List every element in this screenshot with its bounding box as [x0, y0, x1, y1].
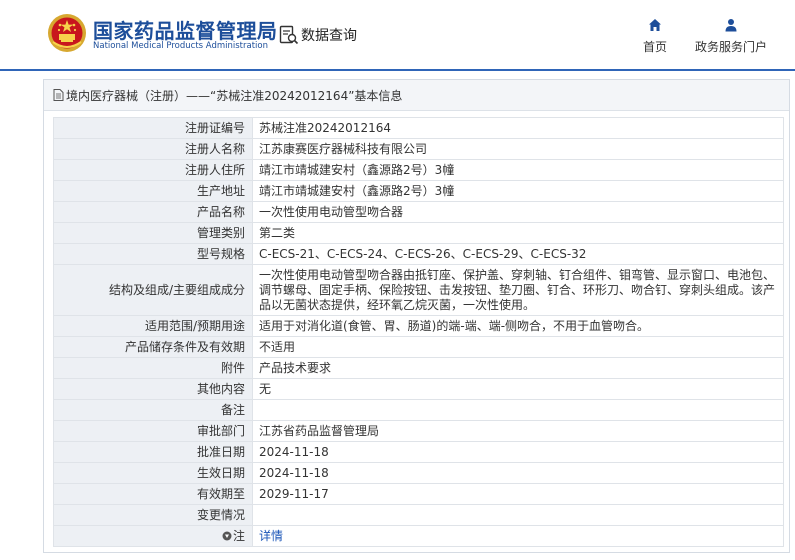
row-value: 一次性使用电动管型吻合器: [252, 201, 784, 223]
row-value: 适用于对消化道(食管、胃、肠道)的端-端、端-侧吻合，不用于血管吻合。: [252, 315, 784, 337]
row-label: 结构及组成/主要组成成分: [53, 264, 253, 316]
row-value: 无: [252, 378, 784, 400]
table-row: 变更情况: [53, 504, 784, 526]
table-row: 结构及组成/主要组成成分 一次性使用电动管型吻合器由抵钉座、保护盖、穿刺轴、钉合组…: [53, 264, 784, 316]
nav-home-label: 首页: [642, 40, 667, 54]
row-value: 2024-11-18: [252, 441, 784, 463]
row-label: 有效期至: [53, 483, 253, 505]
data-query-label: 数据查询: [301, 28, 357, 44]
user-icon: [725, 19, 737, 32]
table-row-note: 注 详情: [53, 525, 784, 547]
table-row: 注册人住所 靖江市靖城建安村（鑫源路2号）3幢: [53, 159, 784, 181]
registration-info-table: 注册证编号 苏械注准20242012164 注册人名称 江苏康赛医疗器械科技有限公司…: [53, 117, 784, 547]
home-icon: [649, 19, 661, 31]
header-divider: [0, 69, 795, 71]
row-label: 适用范围/预期用途: [53, 315, 253, 337]
row-value: C-ECS-21、C-ECS-24、C-ECS-26、C-ECS-29、C-EC…: [252, 243, 784, 265]
row-label: 审批部门: [53, 420, 253, 442]
row-label: 变更情况: [53, 504, 253, 526]
data-query-icon: [279, 25, 299, 45]
table-row: 产品储存条件及有效期 不适用: [53, 336, 784, 358]
note-label: 注: [232, 528, 245, 543]
table-row: 适用范围/预期用途 适用于对消化道(食管、胃、肠道)的端-端、端-侧吻合，不用于血…: [53, 315, 784, 337]
site-header: 国家药品监督管理局 National Medical Products Admi…: [0, 0, 795, 70]
info-panel: 境内医疗器械（注册）——“苏械注准20242012164”基本信息 注册证编号苏…: [43, 79, 790, 553]
table-row: 注册证编号 苏械注准20242012164: [53, 117, 784, 139]
row-value: [252, 504, 784, 526]
nav-gov-service-label: 政务服务门户: [694, 40, 767, 54]
row-value: 第二类: [252, 222, 784, 244]
data-query-link[interactable]: 数据查询: [279, 25, 357, 45]
table-row: 批准日期 2024-11-18: [53, 441, 784, 463]
row-label: 备注: [53, 399, 253, 421]
row-label: 注册人住所: [53, 159, 253, 181]
row-value: 一次性使用电动管型吻合器由抵钉座、保护盖、穿刺轴、钉合组件、钼弯管、显示窗口、电…: [252, 264, 784, 316]
row-value: 2029-11-17: [252, 483, 784, 505]
row-value: 产品技术要求: [252, 357, 784, 379]
table-row: 生效日期 2024-11-18: [53, 462, 784, 484]
table-row: 管理类别 第二类: [53, 222, 784, 244]
row-value: 江苏省药品监督管理局: [252, 420, 784, 442]
row-label: 型号规格: [53, 243, 253, 265]
row-label: 注册人名称: [53, 138, 253, 160]
row-label: 其他内容: [53, 378, 253, 400]
row-label: 产品储存条件及有效期: [53, 336, 253, 358]
row-label: 生产地址: [53, 180, 253, 202]
note-icon: [222, 531, 232, 540]
document-icon: [53, 89, 64, 101]
table-row: 注册人名称 江苏康赛医疗器械科技有限公司: [53, 138, 784, 160]
row-value: 靖江市靖城建安村（鑫源路2号）3幢: [252, 159, 784, 181]
national-emblem-icon: [48, 14, 86, 52]
nav-gov-service[interactable]: 政务服务门户: [694, 18, 768, 55]
table-row: 型号规格 C-ECS-21、C-ECS-24、C-ECS-26、C-ECS-29、…: [53, 243, 784, 265]
row-label: 管理类别: [53, 222, 253, 244]
brand-title-cn: 国家药品监督管理局: [93, 19, 278, 43]
panel-header: 境内医疗器械（注册）——“苏械注准20242012164”基本信息: [44, 80, 789, 111]
panel-title: 境内医疗器械（注册）——“苏械注准20242012164”基本信息: [66, 88, 403, 103]
nav-home[interactable]: 首页: [641, 18, 669, 55]
table-row: 有效期至 2029-11-17: [53, 483, 784, 505]
table-row: 备注: [53, 399, 784, 421]
row-value: 不适用: [252, 336, 784, 358]
table-row: 审批部门 江苏省药品监督管理局: [53, 420, 784, 442]
row-label: 批准日期: [53, 441, 253, 463]
row-label: 注册证编号: [53, 117, 253, 139]
row-value: [252, 399, 784, 421]
row-label-note: 注: [53, 525, 253, 547]
row-value: 2024-11-18: [252, 462, 784, 484]
detail-link[interactable]: 详情: [259, 529, 283, 543]
table-row: 附件 产品技术要求: [53, 357, 784, 379]
row-value: 苏械注准20242012164: [252, 117, 784, 139]
table-row: 其他内容无: [53, 378, 784, 400]
table-row: 产品名称 一次性使用电动管型吻合器: [53, 201, 784, 223]
row-value: 靖江市靖城建安村（鑫源路2号）3幢: [252, 180, 784, 202]
row-value: 江苏康赛医疗器械科技有限公司: [252, 138, 784, 160]
row-label: 产品名称: [53, 201, 253, 223]
row-value-note: 详情: [252, 525, 784, 547]
row-label: 附件: [53, 357, 253, 379]
table-row: 生产地址 靖江市靖城建安村（鑫源路2号）3幢: [53, 180, 784, 202]
brand-title-en: National Medical Products Administration: [93, 41, 268, 51]
row-label: 生效日期: [53, 462, 253, 484]
